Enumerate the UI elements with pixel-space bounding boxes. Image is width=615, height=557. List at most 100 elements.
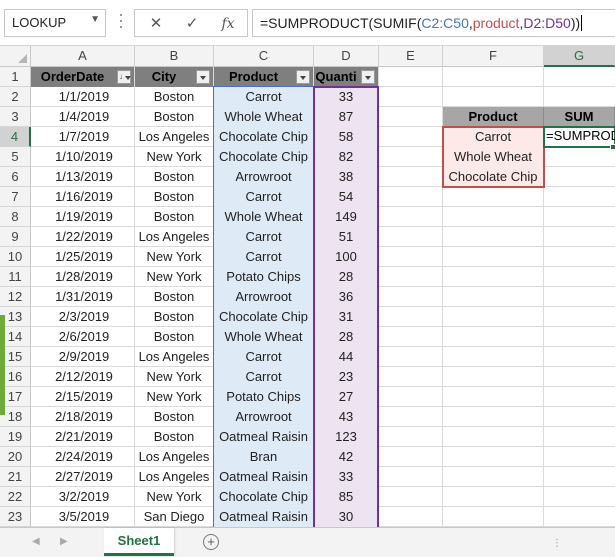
row-header-19[interactable]: 19	[0, 427, 30, 447]
table-cell[interactable]: Los Angeles	[135, 347, 213, 367]
filter-dropdown-icon[interactable]	[296, 70, 310, 84]
column-header-d[interactable]: D	[314, 46, 379, 66]
row-header-11[interactable]: 11	[0, 267, 30, 287]
tab-nav-next-icon[interactable]: ▶	[60, 536, 68, 547]
row-header-21[interactable]: 21	[0, 467, 30, 487]
table-cell[interactable]: 1/28/2019	[31, 267, 134, 287]
enter-icon[interactable]: ✓	[177, 12, 207, 36]
table-cell[interactable]: 2/3/2019	[31, 307, 134, 327]
table-cell[interactable]: Los Angeles	[135, 467, 213, 487]
table-header-city[interactable]: City	[135, 67, 213, 87]
filter-dropdown-icon[interactable]	[196, 70, 210, 84]
table-cell[interactable]: 2/15/2019	[31, 387, 134, 407]
formula-input[interactable]: =SUMPRODUCT(SUMIF(C2:C50,product,D2:D50)…	[252, 9, 615, 37]
formula-text: =SUMPRODUCT(SUMIF(C2:C50,product,D2:D50)…	[260, 15, 583, 31]
table-cell[interactable]: 1/7/2019	[31, 127, 134, 147]
column-header-a[interactable]: A	[31, 46, 135, 66]
column-header-b[interactable]: B	[135, 46, 214, 66]
row-header-5[interactable]: 5	[0, 147, 30, 167]
table-cell[interactable]: 1/13/2019	[31, 167, 134, 187]
table-cell[interactable]: 1/10/2019	[31, 147, 134, 167]
column-header-g[interactable]: G	[544, 46, 615, 67]
quantity-range-highlight	[313, 86, 379, 527]
row-header-10[interactable]: 10	[0, 247, 30, 267]
sheet-tab-bar: ◀ ▶ Sheet1 + ⋮	[0, 527, 615, 557]
table-cell[interactable]: New York	[135, 367, 213, 387]
table-cell[interactable]: 2/27/2019	[31, 467, 134, 487]
drag-handle-icon[interactable]	[118, 10, 124, 36]
table-cell[interactable]: Boston	[135, 307, 213, 327]
table-cell[interactable]: New York	[135, 387, 213, 407]
table-cell[interactable]: Boston	[135, 87, 213, 107]
table-cell[interactable]: San Diego	[135, 507, 213, 527]
table-cell[interactable]: New York	[135, 487, 213, 507]
sort-filter-icon[interactable]: ↓	[117, 70, 131, 84]
fx-icon[interactable]: fx	[213, 12, 243, 36]
row-header-8[interactable]: 8	[0, 207, 30, 227]
row-header-bar: 1 2 3 4 5 6 7 8 9 10 11 12 13 14 15 16 17 18 19 20 21 22 23	[0, 67, 31, 527]
table-cell[interactable]: 1/31/2019	[31, 287, 134, 307]
column-header-c[interactable]: C	[214, 46, 314, 66]
active-cell-g4[interactable]: =SUMPRODUCT	[543, 126, 615, 148]
table-header-product[interactable]: Product	[214, 67, 313, 87]
table-cell[interactable]: 1/4/2019	[31, 107, 134, 127]
tab-sheet1[interactable]: Sheet1	[104, 528, 174, 556]
table-cell[interactable]: 2/12/2019	[31, 367, 134, 387]
row-header-12[interactable]: 12	[0, 287, 30, 307]
table-cell[interactable]: Boston	[135, 287, 213, 307]
table-cell[interactable]: Los Angeles	[135, 127, 213, 147]
table-cell[interactable]: 1/25/2019	[31, 247, 134, 267]
table-cell[interactable]: 3/5/2019	[31, 507, 134, 527]
row-header-7[interactable]: 7	[0, 187, 30, 207]
select-all-corner[interactable]	[0, 46, 31, 66]
fill-handle[interactable]	[610, 144, 615, 150]
table-cell[interactable]: New York	[135, 147, 213, 167]
table-cell[interactable]: Boston	[135, 327, 213, 347]
table-cell[interactable]: Los Angeles	[135, 447, 213, 467]
filter-arrow	[300, 76, 306, 80]
table-cell[interactable]: Boston	[135, 167, 213, 187]
row-header-1[interactable]: 1	[0, 67, 30, 87]
lookup-header-product[interactable]: Product	[443, 107, 544, 127]
table-cell[interactable]: Boston	[135, 107, 213, 127]
column-header-bar: ABCDEFG	[0, 46, 615, 67]
table-cell[interactable]: 3/2/2019	[31, 487, 134, 507]
cancel-icon[interactable]: ✕	[141, 12, 171, 36]
lookup-header-sum[interactable]: SUM	[544, 107, 615, 127]
row-header-22[interactable]: 22	[0, 487, 30, 507]
tab-options-icon[interactable]: ⋮	[552, 538, 563, 549]
row-header-4[interactable]: 4	[0, 127, 31, 147]
row-header-9[interactable]: 9	[0, 227, 30, 247]
table-cell[interactable]: Boston	[135, 427, 213, 447]
table-cell[interactable]: Boston	[135, 207, 213, 227]
filter-dropdown-icon[interactable]	[361, 70, 375, 84]
table-cell[interactable]: 2/18/2019	[31, 407, 134, 427]
table-cell[interactable]: 1/19/2019	[31, 207, 134, 227]
row-header-6[interactable]: 6	[0, 167, 30, 187]
chevron-down-icon[interactable]: ▼	[90, 14, 100, 25]
row-header-2[interactable]: 2	[0, 87, 30, 107]
table-cell[interactable]: 2/24/2019	[31, 447, 134, 467]
table-cell[interactable]: Boston	[135, 407, 213, 427]
row-header-3[interactable]: 3	[0, 107, 30, 127]
table-cell[interactable]: New York	[135, 247, 213, 267]
name-box[interactable]: LOOKUP ▼	[4, 9, 106, 37]
tab-nav-prev-icon[interactable]: ◀	[32, 536, 40, 547]
column-header-e[interactable]: E	[379, 46, 443, 66]
table-cell[interactable]: 1/1/2019	[31, 87, 134, 107]
table-cell[interactable]: New York	[135, 267, 213, 287]
table-cell[interactable]: 2/6/2019	[31, 327, 134, 347]
column-header-f[interactable]: F	[443, 46, 544, 66]
table-cell[interactable]: 2/9/2019	[31, 347, 134, 367]
worksheet-grid[interactable]: OrderDate ↓ City Product Quanti 1/1/2019 Bosto…	[31, 67, 615, 527]
table-cell[interactable]: 1/22/2019	[31, 227, 134, 247]
table-cell[interactable]: 1/16/2019	[31, 187, 134, 207]
row-header-23[interactable]: 23	[0, 507, 30, 527]
table-cell[interactable]: Los Angeles	[135, 227, 213, 247]
table-cell[interactable]: 2/21/2019	[31, 427, 134, 447]
table-header-orderdate[interactable]: OrderDate ↓	[31, 67, 134, 87]
add-sheet-icon[interactable]: +	[203, 534, 219, 550]
table-cell[interactable]: Boston	[135, 187, 213, 207]
table-header-quanti[interactable]: Quanti	[314, 67, 378, 87]
row-header-20[interactable]: 20	[0, 447, 30, 467]
